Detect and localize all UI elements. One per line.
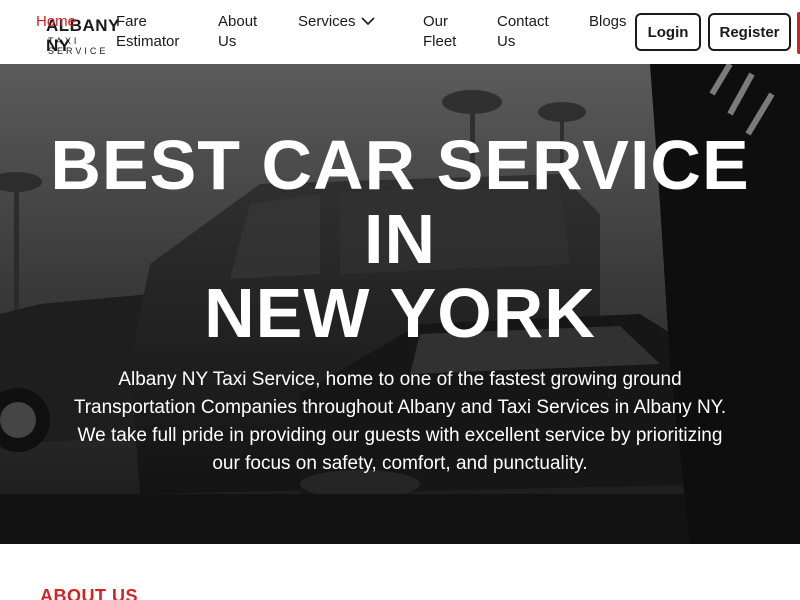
register-button[interactable]: Register	[708, 13, 791, 51]
nav-blogs[interactable]: Blogs	[589, 12, 627, 32]
hero-title-line: BEST CAR SERVICE	[50, 126, 750, 204]
nav-about-us[interactable]: About Us	[218, 12, 268, 52]
hero-description: Albany NY Taxi Service, home to one of t…	[73, 369, 727, 474]
login-button[interactable]: Login	[635, 13, 701, 51]
nav-home[interactable]: Home	[36, 12, 76, 32]
hero-title: BEST CAR SERVICE IN NEW YORK	[0, 128, 800, 350]
nav-our-fleet[interactable]: Our Fleet	[423, 12, 473, 52]
about-us-heading: ABOUT US	[40, 586, 138, 600]
nav-contact-us[interactable]: Contact Us	[497, 12, 557, 52]
hero-title-line: IN	[364, 200, 436, 278]
chevron-down-icon[interactable]	[360, 14, 376, 28]
site-header: ALBANY NY TAXI SERVICE Home Fare Estimat…	[0, 0, 800, 64]
nav-fare-estimator[interactable]: Fare Estimator	[116, 12, 186, 52]
nav-services[interactable]: Services	[298, 12, 356, 32]
hero-title-line: NEW YORK	[204, 274, 596, 352]
hero-section: BEST CAR SERVICE IN NEW YORK Albany NY T…	[0, 64, 800, 544]
